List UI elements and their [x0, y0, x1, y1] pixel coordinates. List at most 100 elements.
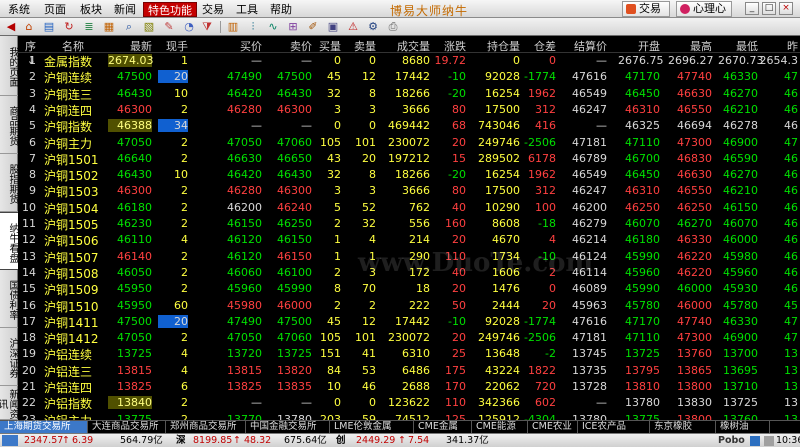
table-row[interactable]: 11 沪铜1505 46230 2 46150 46250 2 32 556 160 8608 -18… [18, 216, 800, 232]
home-icon[interactable]: ⌂ [22, 20, 36, 34]
table-cell: 0 [369, 396, 376, 410]
chart-icon[interactable]: ▧ [142, 20, 156, 34]
indicator-icon[interactable]: ⊞ [286, 20, 300, 34]
table-cell: 13830 [677, 396, 712, 410]
column-header[interactable]: 仓差 [518, 38, 556, 54]
pin-icon[interactable]: ✎ [162, 20, 176, 34]
list-icon[interactable]: ≣ [82, 20, 96, 34]
menu-system[interactable]: 系统 [4, 2, 34, 17]
table-cell: 20 [542, 298, 556, 312]
table-cell: 13795 [625, 363, 660, 377]
table-row[interactable]: 22 沪铝指数 13840 2 — — 0 0 123622 110 342366 602 — 13780… [18, 395, 800, 411]
table-row[interactable]: 18 沪铜1412 47050 2 47050 47060 105 101 230072 20 24… [18, 330, 800, 346]
column-header[interactable]: 买量 [313, 38, 341, 54]
table-cell: 123622 [388, 396, 430, 410]
table-cell: 沪铜1506 [44, 234, 99, 249]
sidebar-tab-index-futures[interactable]: 股指期货 [0, 154, 18, 212]
table-cell: 22062 [485, 380, 520, 393]
back-icon[interactable]: ◀ [4, 20, 18, 34]
kline-icon[interactable]: ⫶ [246, 20, 260, 34]
bar-chart-icon[interactable]: ▥ [226, 20, 240, 34]
alert-icon[interactable]: ⚠ [346, 20, 360, 34]
menu-help[interactable]: 帮助 [266, 2, 296, 17]
settings-icon[interactable]: ⚙ [366, 20, 380, 34]
table-cell: 13735 [572, 363, 607, 377]
menu-trade[interactable]: 交易 [198, 2, 228, 17]
menu-sector[interactable]: 板块 [76, 2, 106, 17]
menu-page[interactable]: 页面 [40, 2, 70, 17]
filter-icon[interactable]: ⧩ [200, 20, 214, 34]
column-header[interactable]: 卖量 [348, 38, 376, 54]
table-row[interactable]: 16 沪铜1510 45950 60 45980 46000 2 2 222 50 2444 20 45… [18, 298, 800, 314]
table-row[interactable]: 17 沪铜1411 47500 20 47490 47500 45 12 17442 -10 920… [18, 314, 800, 330]
table-cell: 46450 [625, 86, 660, 100]
line-chart-icon[interactable]: ∿ [266, 20, 280, 34]
folder-icon[interactable]: ▤ [42, 20, 56, 34]
trade-button[interactable]: 交易 [622, 1, 670, 17]
care-button[interactable]: 心理心 [676, 1, 732, 17]
table-row[interactable]: 6 沪铜主力 47050 2 47050 47060 105 101 230072 20 24974… [18, 135, 800, 151]
column-header[interactable]: 买价 [218, 38, 262, 54]
table-cell: 1962 [528, 86, 556, 100]
print-icon[interactable]: ⎙ [386, 20, 400, 34]
table-cell: 46630 [677, 86, 712, 100]
column-header[interactable]: 卖价 [268, 38, 312, 54]
menu-featured[interactable]: 特色功能 [143, 2, 197, 17]
table-cell: 13720 [227, 347, 262, 361]
column-header[interactable]: 最新 [108, 38, 152, 54]
table-row[interactable]: 19 沪铝连续 13725 4 13720 13725 151 41 6310 25 13648 -2… [18, 346, 800, 362]
table-cell: 46280 [227, 184, 262, 198]
sidebar-tab-news[interactable]: 新闻资讯 [0, 386, 18, 420]
sidebar-tab-commodity-futures[interactable]: 商品期货 [0, 96, 18, 154]
table-row[interactable]: 3 沪铜连三 46430 10 46420 46430 32 8 18266 -20 16254 19… [18, 86, 800, 102]
table-row[interactable]: 7 沪铜1501 46640 2 46630 46650 43 20 197212 15 28950… [18, 151, 800, 167]
table-cell: — [251, 396, 262, 410]
sidebar-tab-bond-rates[interactable]: 国债利率 [0, 270, 18, 328]
drawing-icon[interactable]: ✐ [306, 20, 320, 34]
table-row[interactable]: 12 沪铜1506 46110 4 46120 46150 1 4 214 20 4670 4 4621… [18, 232, 800, 248]
menu-tools[interactable]: 工具 [232, 2, 262, 17]
column-header[interactable]: 结算价 [563, 38, 607, 54]
table-row[interactable]: 21 沪铝连四 13825 6 13825 13835 10 46 2688 170 22062 72… [18, 379, 800, 395]
table-row[interactable]: 8 沪铜1502 46430 10 46420 46430 32 8 18266 -20 16254… [18, 167, 800, 183]
close-icon[interactable]: × [779, 2, 793, 15]
grid-icon[interactable]: ▦ [102, 20, 116, 34]
column-header[interactable]: 持仓量 [478, 38, 520, 54]
maximize-icon[interactable]: □ [762, 2, 776, 15]
sidebar-tab-naniu-view[interactable]: 纳牛看盘 [0, 212, 18, 270]
column-header[interactable]: 名称 [44, 38, 102, 54]
column-header[interactable]: 最低 [718, 38, 758, 54]
table-row[interactable]: 4 沪铜连四 46300 2 46280 46300 3 3 3666 80 17500 312 462… [18, 102, 800, 118]
column-header[interactable]: 最高 [668, 38, 712, 54]
table-cell: 8 [334, 282, 341, 296]
table-row[interactable]: 10 沪铜1504 46180 2 46200 46240 5 52 762 40 10290 100… [18, 200, 800, 216]
layout-icon[interactable]: ▣ [326, 20, 340, 34]
table-cell: 2 [181, 102, 188, 116]
search-icon[interactable]: ⌕ [122, 20, 136, 34]
table-cell: 沪铜连四 [44, 103, 93, 118]
table-cell: 249746 [478, 331, 520, 345]
table-row[interactable]: 20 沪铝连三 13815 4 13815 13820 84 53 6486 175 43224 18… [18, 363, 800, 379]
table-cell: 47500 [277, 70, 312, 84]
column-header[interactable]: 昨 [758, 38, 798, 54]
table-cell: 52 [362, 200, 376, 214]
table-cell: 720 [535, 380, 556, 393]
column-header[interactable]: 成交量 [388, 38, 430, 54]
table-row[interactable]: 2 沪铜连续 47500 20 47490 47500 45 12 17442 -10 92028-… [18, 69, 800, 85]
table-row[interactable]: 1 金属指数 2674.03 1 — — 0 0 8680 19.72 0 0 — 2676.75 2696… [18, 53, 800, 69]
minimize-icon[interactable]: _ [745, 2, 759, 15]
menu-news[interactable]: 新闻 [110, 2, 140, 17]
table-row[interactable]: 23 沪铝主力 13775 2 13770 13780 203 59 74512 125 12591… [18, 412, 800, 420]
table-row[interactable]: 9 沪铜1503 46300 2 46280 46300 3 3 3666 80 17500 312 4… [18, 183, 800, 199]
sidebar-tab-securities[interactable]: 沪深证券 [0, 328, 18, 386]
sidebar-tab-my-pages[interactable]: 我的页面 [0, 36, 18, 96]
table-row[interactable]: 15 沪铜1509 45950 2 45960 45990 8 70 18 20 1476 0 4608… [18, 281, 800, 297]
table-cell: 46310 [625, 184, 660, 198]
column-header[interactable]: 现手 [158, 38, 188, 54]
column-header[interactable]: 涨跌 [428, 38, 466, 54]
table-cell: 46250 [677, 200, 712, 214]
bell-icon[interactable]: ◔ [182, 20, 196, 34]
refresh-icon[interactable]: ↻ [62, 20, 76, 34]
column-header[interactable]: 开盘 [618, 38, 660, 54]
table-row[interactable]: 5 沪铜指数 46388 34 — — 0 0 469442 68 743046 416 — 46325 4… [18, 118, 800, 134]
